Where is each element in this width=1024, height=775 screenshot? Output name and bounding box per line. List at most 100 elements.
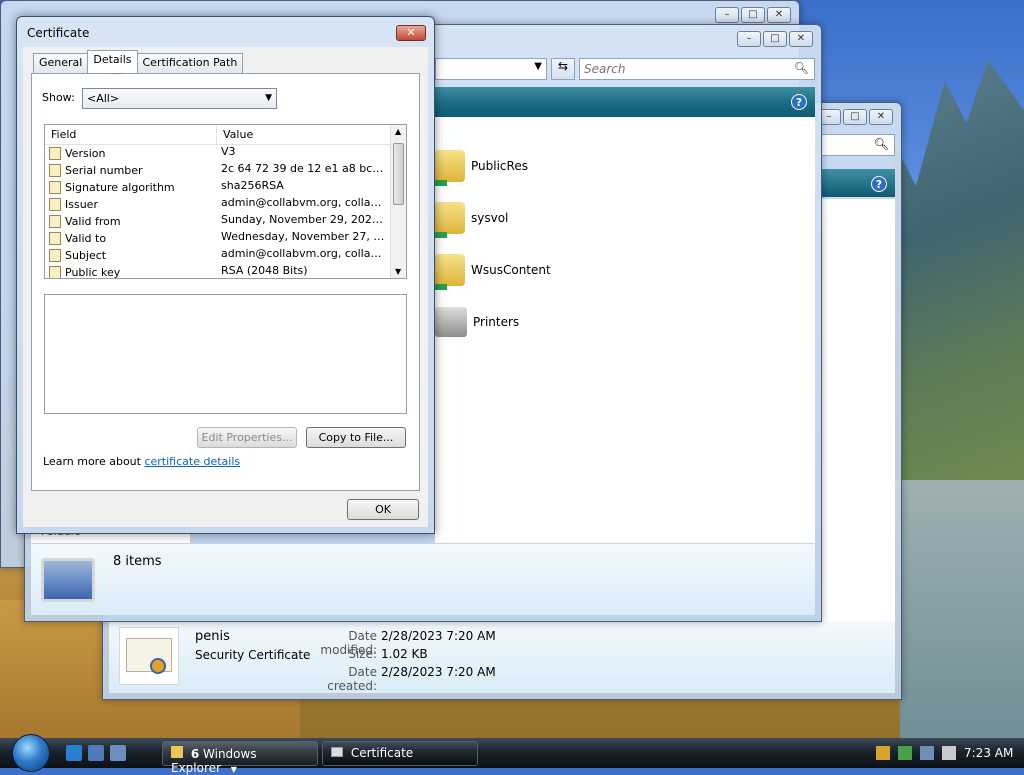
edit-properties-button[interactable]: Edit Properties... — [197, 427, 297, 448]
certificate-field-icon — [49, 232, 61, 245]
table-row[interactable]: Signature algorithm sha256RSA — [45, 179, 406, 196]
switch-windows-icon[interactable] — [110, 745, 126, 761]
field-value: RSA (2048 Bits) — [221, 264, 308, 277]
certificate-field-icon — [49, 147, 61, 160]
show-desktop-icon[interactable] — [88, 745, 104, 761]
table-header: Field Value — [45, 125, 406, 145]
property-row: Date modified: 2/28/2023 7:20 AM — [295, 629, 495, 657]
address-row: ▼ ⇆ Search 🔍︎ — [435, 58, 815, 80]
field-name: Signature algorithm — [65, 181, 175, 194]
tab-details[interactable]: Details — [87, 50, 138, 73]
certificate-field-icon — [49, 181, 61, 194]
search-icon: 🔍︎ — [873, 137, 889, 151]
taskbar-button-certificate[interactable]: Certificate — [322, 741, 478, 766]
item-label: PublicRes — [471, 159, 528, 173]
list-item[interactable]: Printers — [435, 296, 805, 348]
printer-icon — [435, 307, 467, 337]
network-folder-icon — [429, 150, 465, 186]
search-placeholder: Search — [584, 62, 626, 76]
window-controls: – □ ✕ — [715, 7, 791, 23]
table-row[interactable]: Version V3 — [45, 145, 406, 162]
property-value: 1.02 KB — [381, 647, 428, 661]
taskbar-button-windows-explorer[interactable]: 6 Windows Explorer ▼ — [162, 741, 318, 775]
column-header-value[interactable]: Value — [217, 125, 406, 144]
field-name: Subject — [65, 249, 107, 262]
field-name: Issuer — [65, 198, 98, 211]
certificate-field-icon — [49, 249, 61, 262]
certificate-dialog[interactable]: Certificate ✕ General Details Certificat… — [16, 16, 435, 534]
clock[interactable]: 7:23 AM — [964, 746, 1013, 760]
chevron-down-icon[interactable]: ▼ — [534, 61, 542, 72]
table-row[interactable]: Valid from Sunday, November 29, 2020 9... — [45, 213, 406, 230]
tab-certification-path[interactable]: Certification Path — [136, 53, 244, 73]
table-row[interactable]: Public key RSA (2048 Bits) — [45, 264, 406, 278]
close-button[interactable]: ✕ — [789, 31, 813, 47]
field-value: Wednesday, November 27, 20... — [221, 230, 398, 243]
taskbar: 6 Windows Explorer ▼ Certificate 7:23 AM — [0, 734, 1024, 775]
table-row[interactable]: Subject admin@collabvm.org, collabne... — [45, 247, 406, 264]
task-label: Certificate — [350, 746, 414, 760]
fields-table[interactable]: Field Value Version V3 Serial number 2c 64… — [44, 124, 407, 279]
window-controls: – □ ✕ — [737, 31, 813, 47]
field-detail-box[interactable] — [44, 294, 407, 414]
learn-more: Learn more about certificate details — [43, 455, 240, 468]
dialog-title: Certificate — [27, 26, 90, 40]
close-button[interactable]: ✕ — [869, 109, 893, 125]
learn-more-prefix: Learn more about — [43, 455, 141, 468]
window-controls: – □ ✕ — [817, 109, 893, 125]
certificate-icon — [331, 747, 343, 757]
search-input[interactable]: 🔍︎ — [821, 134, 895, 156]
list-item[interactable]: WsusContent — [429, 244, 805, 296]
table-row[interactable]: Serial number 2c 64 72 39 de 12 e1 a8 bc … — [45, 162, 406, 179]
volume-icon[interactable] — [942, 746, 956, 760]
security-shield-icon[interactable] — [876, 746, 890, 760]
show-select-value: <All> — [87, 92, 120, 105]
certificate-details-link[interactable]: certificate details — [144, 455, 240, 468]
field-name: Version — [65, 147, 106, 160]
field-value: admin@collabvm.org, collabne... — [221, 196, 402, 209]
tab-general[interactable]: General — [33, 53, 89, 73]
network-icon[interactable] — [920, 746, 934, 760]
scroll-thumb[interactable] — [393, 143, 404, 205]
file-list: PublicRes sysvol WsusContent Printers — [429, 140, 805, 348]
column-header-field[interactable]: Field — [45, 125, 217, 144]
show-label: Show: — [42, 91, 75, 104]
field-value: admin@collabvm.org, collabne... — [221, 247, 402, 260]
copy-to-file-button[interactable]: Copy to File... — [306, 427, 406, 448]
maximize-button[interactable]: □ — [741, 7, 765, 23]
show-select[interactable]: <All> ▼ — [82, 88, 277, 109]
close-button[interactable]: ✕ — [767, 7, 791, 23]
folder-icon — [171, 746, 183, 758]
item-label: sysvol — [471, 211, 509, 225]
maximize-button[interactable]: □ — [763, 31, 787, 47]
list-item[interactable]: sysvol — [429, 192, 805, 244]
address-bar[interactable]: ▼ — [435, 58, 547, 80]
property-key: Size: — [348, 647, 377, 661]
maximize-button[interactable]: □ — [843, 109, 867, 125]
table-row[interactable]: Issuer admin@collabvm.org, collabne... — [45, 196, 406, 213]
list-item[interactable]: PublicRes — [429, 140, 805, 192]
details-pane: 8 items — [31, 543, 815, 615]
field-value: sha256RSA — [221, 179, 284, 192]
internet-explorer-icon[interactable] — [66, 745, 82, 761]
start-button[interactable] — [12, 734, 50, 772]
vertical-scrollbar[interactable]: ▲ ▼ — [390, 125, 406, 278]
table-row[interactable]: Valid to Wednesday, November 27, 20... — [45, 230, 406, 247]
scroll-down-icon[interactable]: ▼ — [395, 267, 401, 276]
task-count: 6 — [190, 747, 200, 761]
close-button[interactable]: ✕ — [396, 25, 426, 41]
computer-icon — [41, 558, 95, 602]
update-icon[interactable] — [898, 746, 912, 760]
ok-button[interactable]: OK — [347, 499, 419, 520]
system-tray: 7:23 AM — [864, 738, 1024, 768]
file-type: Security Certificate — [195, 648, 311, 662]
scroll-up-icon[interactable]: ▲ — [395, 127, 401, 136]
refresh-button[interactable]: ⇆ — [551, 58, 575, 80]
search-input[interactable]: Search 🔍︎ — [579, 58, 815, 80]
file-list-area — [821, 199, 895, 623]
minimize-button[interactable]: – — [737, 31, 761, 47]
field-value: V3 — [221, 145, 236, 158]
minimize-button[interactable]: – — [715, 7, 739, 23]
help-icon[interactable]: ? — [871, 176, 887, 192]
help-icon[interactable]: ? — [791, 94, 807, 110]
